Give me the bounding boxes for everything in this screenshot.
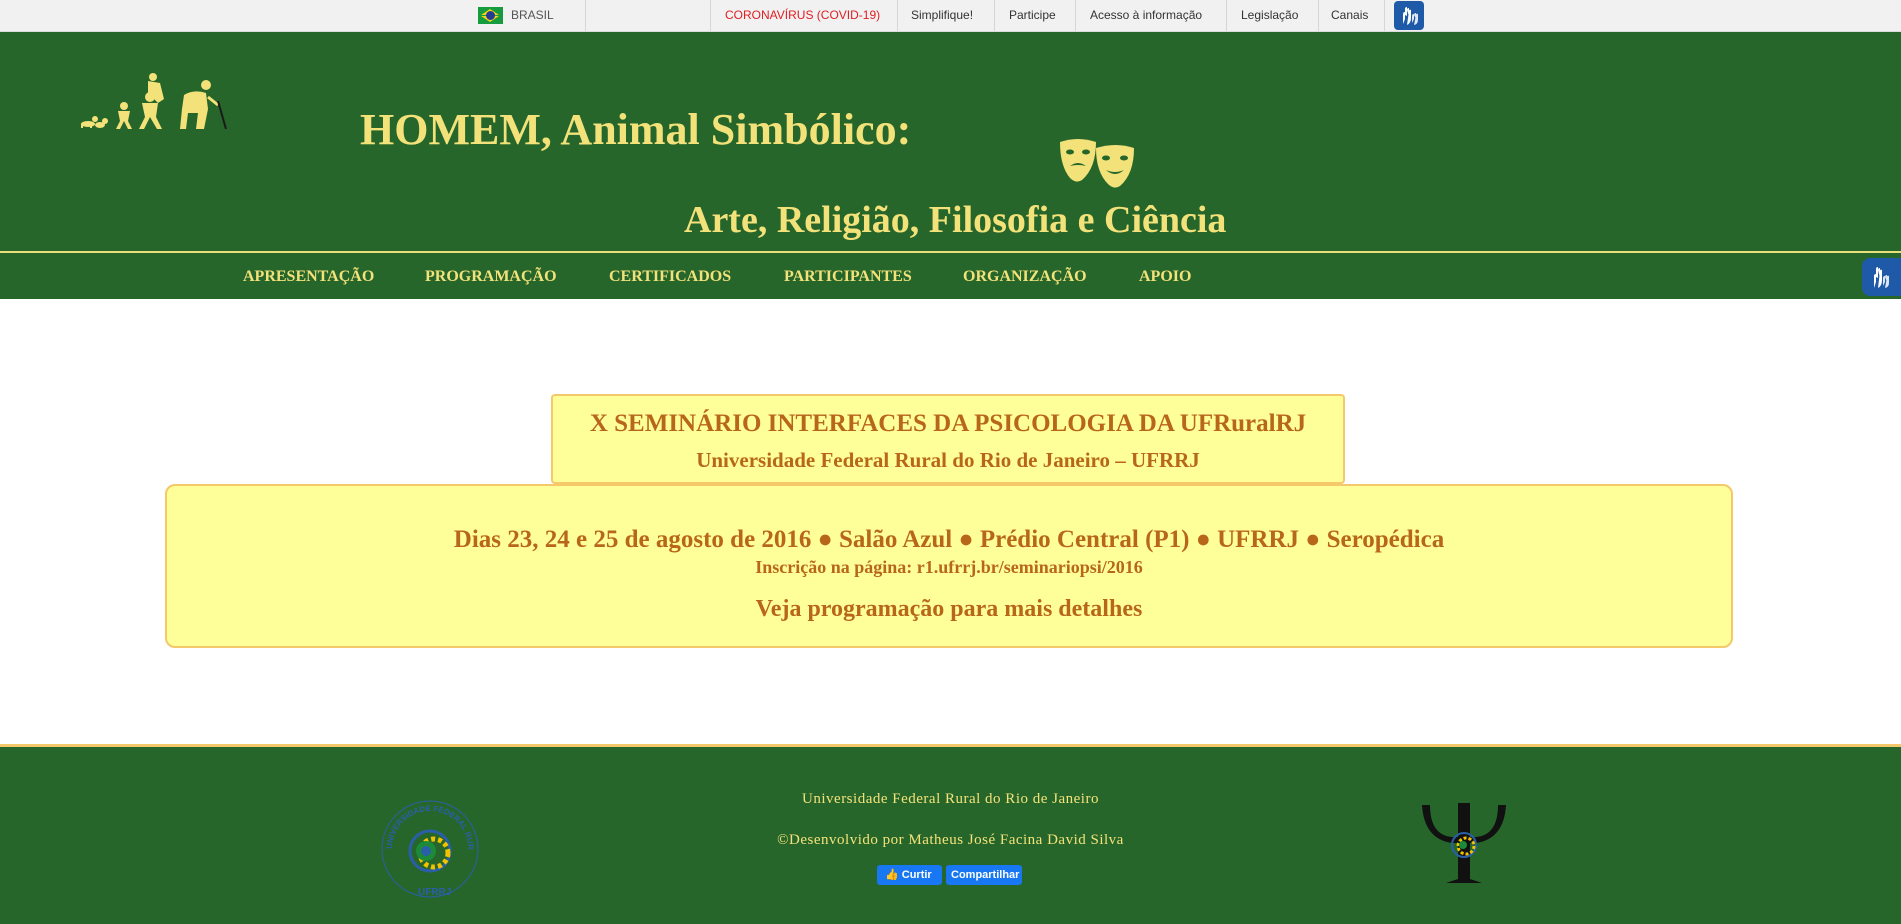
legislacao-link[interactable]: Legislação — [1241, 0, 1298, 31]
main-nav: APRESENTAÇÃO PROGRAMAÇÃO CERTIFICADOS PA… — [0, 253, 1901, 299]
facebook-like-button[interactable]: 👍 Curtir — [877, 865, 942, 885]
divider — [1075, 0, 1076, 31]
simplifique-link[interactable]: Simplifique! — [911, 0, 973, 31]
site-header: HOMEM, Animal Simbólico: Arte, Religião,… — [0, 32, 1901, 253]
site-footer: UNIVERSIDADE FEDERAL RURAL DO RIO DE JAN… — [0, 744, 1901, 924]
event-info-box: Dias 23, 24 e 25 de agosto de 2016 ● Sal… — [165, 484, 1733, 648]
footer-credit: ©Desenvolvido por Matheus José Facina Da… — [777, 832, 1124, 848]
human-evolution-icon — [81, 73, 227, 129]
nav-certificados[interactable]: CERTIFICADOS — [609, 268, 731, 286]
footer-university: Universidade Federal Rural do Rio de Jan… — [802, 791, 1099, 807]
event-dates-location: Dias 23, 24 e 25 de agosto de 2016 ● Sal… — [453, 526, 1445, 553]
divider — [710, 0, 711, 31]
ufrrj-seal-logo: UNIVERSIDADE FEDERAL RURAL DO RIO DE JAN… — [378, 797, 479, 898]
nav-programacao[interactable]: PROGRAMAÇÃO — [425, 268, 557, 286]
see-program-text: Veja programação para mais detalhes — [755, 596, 1143, 622]
canais-link[interactable]: Canais — [1331, 0, 1368, 31]
divider — [897, 0, 898, 31]
psi-symbol-logo — [1422, 803, 1506, 883]
event-title-box: X SEMINÁRIO INTERFACES DA PSICOLOGIA DA … — [551, 394, 1345, 484]
nav-participantes[interactable]: PARTICIPANTES — [784, 268, 912, 286]
event-university: Universidade Federal Rural do Rio de Jan… — [696, 448, 1200, 472]
covid-link[interactable]: CORONAVÍRUS (COVID-19) — [725, 0, 880, 31]
seal-label: UFRRJ — [418, 887, 451, 898]
theater-masks-icon — [1060, 139, 1134, 188]
brasil-link[interactable]: BRASIL — [511, 0, 554, 31]
facebook-share-button[interactable]: Compartilhar — [946, 865, 1022, 885]
divider — [1226, 0, 1227, 31]
nav-organizacao[interactable]: ORGANIZAÇÃO — [963, 268, 1087, 286]
event-title: X SEMINÁRIO INTERFACES DA PSICOLOGIA DA … — [589, 410, 1307, 437]
thumbs-up-icon: 👍 — [885, 869, 902, 881]
divider — [1384, 0, 1385, 31]
event-registration: Inscrição na página: r1.ufrrj.br/seminar… — [755, 557, 1143, 577]
site-title-line1: HOMEM, Animal Simbólico: — [360, 105, 912, 154]
participe-link[interactable]: Participe — [1009, 0, 1056, 31]
vlibras-hands-icon[interactable] — [1394, 1, 1424, 30]
nav-apoio[interactable]: APOIO — [1139, 268, 1191, 286]
gov-top-bar: BRASIL CORONAVÍRUS (COVID-19) Simplifiqu… — [0, 0, 1901, 32]
accessibility-hands-icon[interactable] — [1862, 258, 1901, 296]
divider — [994, 0, 995, 31]
site-title-line2: Arte, Religião, Filosofia e Ciência — [684, 199, 1227, 241]
acesso-informacao-link[interactable]: Acesso à informação — [1090, 0, 1202, 31]
nav-apresentacao[interactable]: APRESENTAÇÃO — [243, 268, 374, 286]
divider — [1318, 0, 1319, 31]
divider — [585, 0, 586, 31]
brazil-flag-icon — [478, 7, 503, 24]
